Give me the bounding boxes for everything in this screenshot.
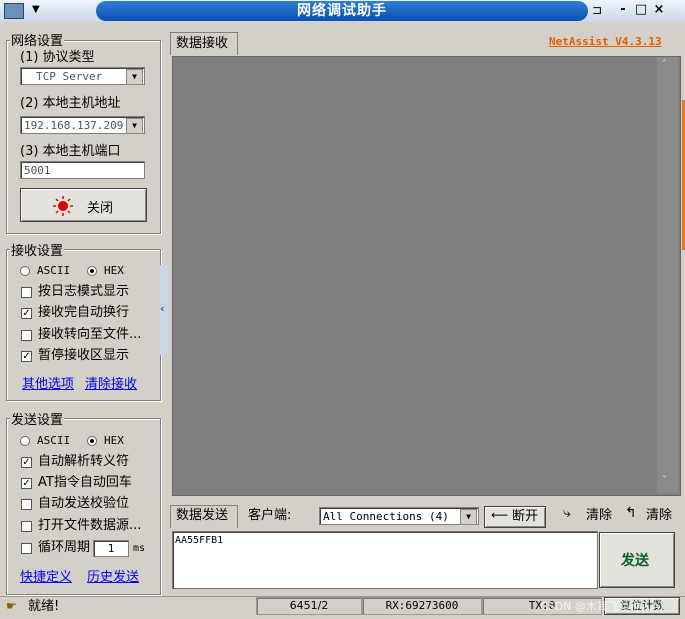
protocol-value: TCP Server: [36, 70, 103, 83]
client-select-value: All Connections (4): [323, 510, 449, 523]
cycle-label: 循环周期: [38, 540, 91, 555]
disconnect-button[interactable]: ⟵ 断开: [484, 506, 546, 528]
cycle-checkbox[interactable]: [21, 543, 32, 554]
protocol-label: (1) 协议类型: [20, 50, 95, 65]
send-text: AA55FFB1: [175, 535, 224, 546]
send-button-label: 发送: [621, 553, 649, 569]
cycle-unit: ms: [133, 543, 146, 554]
at-auto-cr-checkbox[interactable]: ✓: [21, 478, 32, 489]
auto-checksum-label: 自动发送校验位: [38, 496, 130, 511]
more-options-link[interactable]: 其他选项: [22, 373, 74, 392]
tab-send-label: 数据发送: [176, 508, 229, 523]
port-input[interactable]: 5001: [20, 161, 145, 179]
clear-send-icon[interactable]: ⤷: [563, 505, 571, 521]
host-value: 192.168.137.209: [24, 119, 124, 132]
chevron-down-icon[interactable]: ▼: [126, 118, 143, 134]
pin-icon[interactable]: ⊐: [592, 3, 602, 17]
chevron-down-icon[interactable]: ▼: [460, 509, 477, 525]
receive-hex-radio[interactable]: [87, 266, 97, 276]
status-icon: ☛: [6, 599, 17, 613]
client-select[interactable]: All Connections (4) ▼: [319, 507, 479, 525]
app-icon[interactable]: [4, 3, 24, 19]
receive-area[interactable]: [172, 56, 681, 496]
file-source-label: 打开文件数据源...: [38, 518, 142, 533]
cycle-input[interactable]: 1: [93, 540, 129, 557]
scroll-down-icon[interactable]: ˅: [662, 475, 667, 486]
file-source-checkbox[interactable]: [21, 521, 32, 532]
host-select[interactable]: 192.168.137.209 ▼: [20, 116, 145, 134]
network-settings-label: 网络设置: [10, 30, 65, 49]
watermark: CSDN @木耳飞菜种人AT: [540, 600, 666, 613]
window-controls: - □ ×: [614, 2, 684, 20]
close-button[interactable]: ×: [650, 2, 668, 17]
send-hex-radio[interactable]: [87, 436, 97, 446]
host-label: (2) 本地主机地址: [20, 96, 121, 111]
send-settings-label: 发送设置: [10, 409, 65, 428]
receive-settings-label: 接收设置: [10, 240, 65, 259]
send-textarea[interactable]: AA55FFB1: [172, 531, 598, 589]
receive-ascii-label: ASCII: [37, 264, 71, 277]
status-rx: RX:69273600: [362, 597, 482, 615]
tab-receive[interactable]: 数据接收: [170, 32, 238, 55]
status-counter: 6451/2: [256, 597, 362, 615]
status-ready: 就绪!: [28, 599, 60, 614]
receive-to-file-checkbox[interactable]: [21, 330, 32, 341]
close-connection-label: 关闭: [87, 201, 114, 216]
disconnect-label: 断开: [512, 509, 539, 524]
at-auto-cr-label: AT指令自动回车: [38, 475, 132, 490]
auto-newline-checkbox[interactable]: ✓: [21, 308, 32, 319]
chevron-down-icon[interactable]: ▼: [126, 69, 143, 85]
collapse-icon[interactable]: ‹: [160, 302, 165, 315]
clear-button-1[interactable]: 清除: [586, 508, 612, 524]
protocol-select[interactable]: TCP Server ▼: [20, 67, 145, 85]
parse-escape-checkbox[interactable]: ✓: [21, 457, 32, 468]
port-value: 5001: [24, 164, 51, 177]
arrow-left-icon: ⟵: [491, 508, 509, 522]
shortcut-link[interactable]: 快捷定义: [20, 566, 72, 585]
receive-ascii-radio[interactable]: [20, 266, 30, 276]
maximize-button[interactable]: □: [632, 2, 650, 17]
port-label: (3) 本地主机端口: [20, 144, 121, 159]
send-ascii-label: ASCII: [37, 434, 71, 447]
chevron-down-icon[interactable]: ▼: [32, 4, 40, 15]
red-led-icon: [53, 196, 73, 216]
auto-newline-label: 接收完自动换行: [38, 305, 130, 320]
send-ascii-radio[interactable]: [20, 436, 30, 446]
parse-escape-label: 自动解析转义符: [38, 454, 130, 469]
send-hex-label: HEX: [104, 434, 124, 447]
window-title: 网络调试助手: [297, 3, 387, 19]
log-mode-label: 按日志模式显示: [38, 284, 130, 299]
receive-to-file-label: 接收转向至文件...: [38, 327, 142, 342]
minimize-button[interactable]: -: [614, 2, 632, 17]
log-mode-checkbox[interactable]: [21, 287, 32, 298]
pause-display-label: 暂停接收区显示: [38, 348, 130, 363]
receive-hex-label: HEX: [104, 264, 124, 277]
clear-history-icon[interactable]: ↰: [625, 505, 637, 521]
pause-display-checkbox[interactable]: ✓: [21, 351, 32, 362]
clear-receive-link[interactable]: 清除接收: [85, 373, 137, 392]
client-label: 客户端:: [248, 508, 292, 523]
receive-scrollbar[interactable]: ˄ ˅: [657, 57, 678, 493]
send-button[interactable]: 发送: [599, 532, 675, 588]
tab-receive-label: 数据接收: [176, 36, 229, 51]
brand-link[interactable]: NetAssist V4.3.13: [549, 35, 662, 48]
history-link[interactable]: 历史发送: [87, 566, 139, 585]
clear-button-2[interactable]: 清除: [646, 508, 672, 524]
close-connection-button[interactable]: 关闭: [20, 188, 147, 222]
auto-checksum-checkbox[interactable]: [21, 499, 32, 510]
tab-send[interactable]: 数据发送: [170, 505, 238, 528]
scroll-up-icon[interactable]: ˄: [662, 59, 667, 70]
